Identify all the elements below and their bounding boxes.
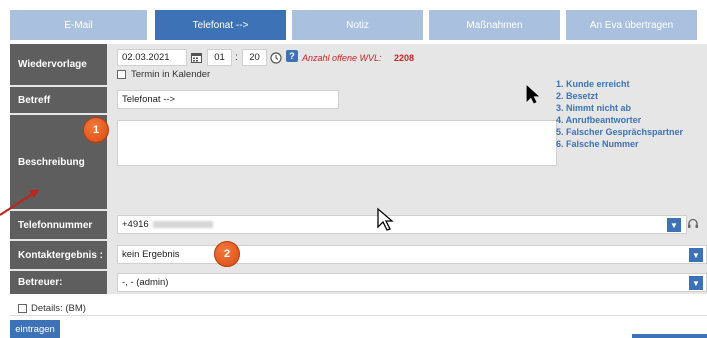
clock-icon[interactable] <box>269 49 283 66</box>
betreff-input[interactable]: Telefonat --> <box>117 90 339 109</box>
option-item[interactable]: 6. Falsche Nummer <box>556 138 683 150</box>
headset-icon[interactable] <box>686 217 700 231</box>
annotation-badge: 1 <box>83 117 109 143</box>
row-telefonnummer: Telefonnummer +4916 ▼ <box>10 211 707 239</box>
tab-label: An Eva übertragen <box>589 19 674 31</box>
option-item[interactable]: 4. Anrufbeantworter <box>556 114 683 126</box>
termin-label: Termin in Kalender <box>131 69 211 80</box>
eintragen-button[interactable]: eintragen <box>10 320 60 338</box>
kontaktergebnis-content: kein Ergebnis ▼ <box>109 241 707 269</box>
betreuer-content: -, - (admin) ▼ <box>109 271 707 294</box>
telefonnummer-value: +4916 <box>122 219 149 230</box>
hour-input[interactable]: 01 <box>207 49 232 66</box>
telefonnummer-dropdown-button[interactable]: ▼ <box>667 218 681 232</box>
tab-bar: E-Mail Telefonat --> Notiz Maßnahmen An … <box>0 0 707 44</box>
row-kontaktergebnis: Kontaktergebnis : kein Ergebnis ▼ <box>10 241 707 269</box>
termin-checkbox[interactable] <box>117 70 126 79</box>
row-betreuer: Betreuer: -, - (admin) ▼ <box>10 271 707 294</box>
betreuer-select[interactable]: -, - (admin) <box>117 273 707 292</box>
betreff-label: Betreff <box>10 87 107 113</box>
mouse-cursor-icon <box>526 85 540 104</box>
time-separator: : <box>235 52 238 63</box>
kontaktergebnis-label: Kontaktergebnis : <box>10 241 107 269</box>
betreuer-dropdown-button[interactable]: ▼ <box>689 276 703 290</box>
wiedervorlage-label: Wiedervorlage <box>10 44 107 85</box>
kontaktergebnis-dropdown-button[interactable]: ▼ <box>689 248 703 262</box>
anzahl-value: 2208 <box>394 53 415 63</box>
annotation-arrow-icon <box>0 189 39 216</box>
tab-label: Telefonat --> <box>192 19 249 31</box>
option-item[interactable]: 1. Kunde erreicht <box>556 78 683 90</box>
tab-label: Maßnahmen <box>466 19 523 31</box>
telefonnummer-content: +4916 ▼ <box>109 211 707 239</box>
blurred-number <box>152 221 213 228</box>
tab-label: E-Mail <box>64 19 93 31</box>
mouse-pointer-icon <box>377 207 394 231</box>
details-row <box>10 294 707 316</box>
anzahl-label: Anzahl offene WVL: <box>302 53 382 63</box>
option-item[interactable]: 3. Nimmt nicht ab <box>556 102 683 114</box>
option-item[interactable]: 2. Besetzt <box>556 90 683 102</box>
help-icon[interactable]: ? <box>286 50 298 62</box>
tab-massnahmen[interactable]: Maßnahmen <box>429 10 560 40</box>
beschreibung-options: 1. Kunde erreicht 2. Besetzt 3. Nimmt ni… <box>556 78 683 150</box>
tab-email[interactable]: E-Mail <box>10 10 147 40</box>
tab-notiz[interactable]: Notiz <box>292 10 423 40</box>
calendar-icon[interactable] <box>189 49 203 66</box>
secondary-button[interactable] <box>632 334 707 338</box>
betreuer-label: Betreuer: <box>10 271 107 294</box>
beschreibung-textarea[interactable] <box>117 120 557 166</box>
tab-telefonat[interactable]: Telefonat --> <box>155 10 286 40</box>
minute-input[interactable]: 20 <box>242 49 267 66</box>
option-item[interactable]: 5. Falscher Gesprächspartner <box>556 126 683 138</box>
kontaktergebnis-select[interactable]: kein Ergebnis <box>117 245 707 264</box>
tab-label: Notiz <box>346 19 369 31</box>
telefonnummer-input[interactable]: +4916 <box>117 215 687 234</box>
annotation-badge: 2 <box>214 241 240 267</box>
tab-an-eva[interactable]: An Eva übertragen <box>566 10 697 40</box>
date-input[interactable]: 02.03.2021 <box>117 49 187 66</box>
